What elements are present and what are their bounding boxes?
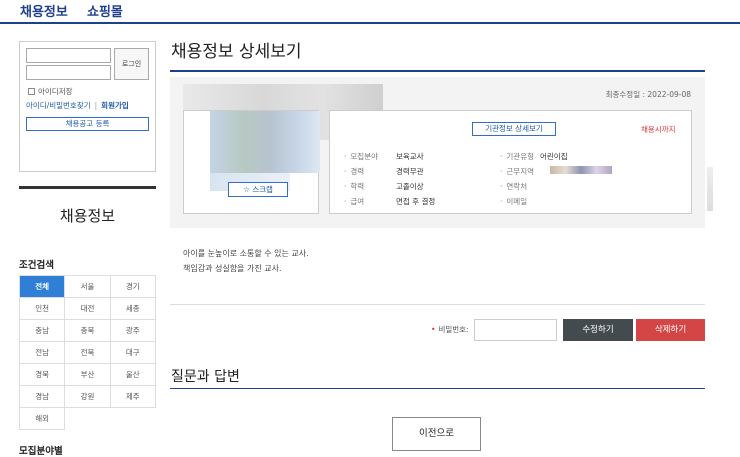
region-filter-item[interactable]: 전체 xyxy=(20,276,66,298)
required-marker: • xyxy=(431,325,436,334)
save-id-option[interactable]: 아이디저장 xyxy=(28,86,73,97)
field-recruit-area: 모집분야보육교사 xyxy=(344,151,423,162)
org-info-button[interactable]: 기관정보 상세보기 xyxy=(472,122,556,136)
region-filter-item[interactable]: 대구 xyxy=(110,342,156,364)
save-id-checkbox[interactable] xyxy=(28,88,35,95)
sidebar-divider xyxy=(19,186,156,189)
sidebar-title: 채용정보 xyxy=(59,207,116,225)
region-filter-item[interactable]: 충북 xyxy=(65,320,111,342)
previous-button[interactable]: 이전으로 xyxy=(392,417,481,451)
field-work-area: 근무지역 xyxy=(500,166,612,177)
field-contact: 연락처 xyxy=(500,181,527,192)
nav-jobs-link[interactable]: 채용정보 xyxy=(20,1,68,20)
page-title: 채용정보 상세보기 xyxy=(171,42,302,62)
scrap-button[interactable]: ☆ 스크랩 xyxy=(228,182,288,197)
register-job-button[interactable]: 채용공고 등록 xyxy=(26,117,149,131)
region-filter-item[interactable]: 경북 xyxy=(20,364,66,386)
region-filter-item[interactable]: 서울 xyxy=(65,276,111,298)
region-filter-item[interactable]: 대전 xyxy=(65,298,111,320)
job-info-panel: 최종수정일 : 2022-09-08 ☆ 스크랩 기관정보 상세보기 채용시까지… xyxy=(170,77,705,228)
blurred-work-area xyxy=(550,166,612,174)
nav-mall-link[interactable]: 쇼핑몰 xyxy=(87,1,123,20)
scrap-label: 스크랩 xyxy=(252,185,273,194)
field-org-type: 기관유형어린이집 xyxy=(500,151,567,162)
section-divider xyxy=(170,304,705,305)
region-filter-item[interactable]: 경기 xyxy=(110,276,156,298)
password-field-label: • 비밀번호: xyxy=(431,325,469,334)
account-links: 아이디/비밀번호찾기 | 회원가입 xyxy=(26,100,129,111)
region-filter-item[interactable]: 광주 xyxy=(110,320,156,342)
link-separator: | xyxy=(94,101,98,110)
region-filter-item[interactable]: 전북 xyxy=(65,342,111,364)
blurred-org-name xyxy=(183,84,383,112)
delete-button[interactable]: 삭제하기 xyxy=(636,319,705,341)
region-filter-item[interactable]: 해외 xyxy=(20,408,66,430)
title-underline xyxy=(170,70,705,72)
star-icon: ☆ xyxy=(243,185,250,194)
field-career: 경력경력무관 xyxy=(344,166,423,177)
hiring-deadline: 채용시까지 xyxy=(641,125,676,134)
field-education: 학력고졸이상 xyxy=(344,181,423,192)
org-logo-box: ☆ 스크랩 xyxy=(183,110,320,214)
blurred-edge xyxy=(707,167,713,211)
field-email: 이메일 xyxy=(500,196,527,207)
qa-section-title: 질문과 답변 xyxy=(171,369,240,385)
qa-underline xyxy=(170,388,705,389)
description-line: 책임감과 성실함을 가진 교사. xyxy=(183,264,282,273)
condition-search-label: 조건검색 xyxy=(19,260,54,271)
description-line: 아이를 눈높이로 소통할 수 있는 교사. xyxy=(183,249,309,258)
region-filter-item[interactable]: 충남 xyxy=(20,320,66,342)
region-filter-item[interactable]: 울산 xyxy=(110,364,156,386)
password-input[interactable] xyxy=(26,65,111,80)
job-description: 아이를 눈높이로 소통할 수 있는 교사. 책임감과 성실함을 가진 교사. xyxy=(183,246,309,276)
top-navigation: 채용정보 쇼핑몰 xyxy=(0,0,740,24)
edit-button[interactable]: 수정하기 xyxy=(563,319,633,341)
region-filter-item[interactable]: 부산 xyxy=(65,364,111,386)
region-filter-item[interactable]: 전남 xyxy=(20,342,66,364)
job-detail-box: 기관정보 상세보기 채용시까지 모집분야보육교사 경력경력무관 학력고졸이상 급… xyxy=(329,110,692,214)
find-account-link[interactable]: 아이디/비밀번호찾기 xyxy=(26,101,91,110)
id-input[interactable] xyxy=(26,48,111,63)
post-password-input[interactable] xyxy=(474,319,557,341)
region-filter-item[interactable]: 강원 xyxy=(65,386,111,408)
region-filter-item[interactable]: 경남 xyxy=(20,386,66,408)
region-filter-item[interactable]: 세종 xyxy=(110,298,156,320)
recruit-field-label: 모집분야별 xyxy=(19,446,63,457)
join-link[interactable]: 회원가입 xyxy=(101,101,129,110)
last-modified: 최종수정일 : 2022-09-08 xyxy=(605,90,691,99)
login-box: 로그인 아이디저장 아이디/비밀번호찾기 | 회원가입 채용공고 등록 xyxy=(19,41,156,172)
region-filter-item[interactable]: 제주 xyxy=(110,386,156,408)
login-button[interactable]: 로그인 xyxy=(114,48,149,80)
field-salary: 급여면접 후 결정 xyxy=(344,196,435,207)
region-filter-grid: 전체 서울 경기인천 대전 세종충남 충북 광주전남 전북 대구경북 부산 울산경남 강원 제주해외 xyxy=(19,275,156,430)
blurred-logo xyxy=(210,111,320,173)
save-id-label: 아이디저장 xyxy=(38,87,73,96)
region-filter-item[interactable]: 인천 xyxy=(20,298,66,320)
